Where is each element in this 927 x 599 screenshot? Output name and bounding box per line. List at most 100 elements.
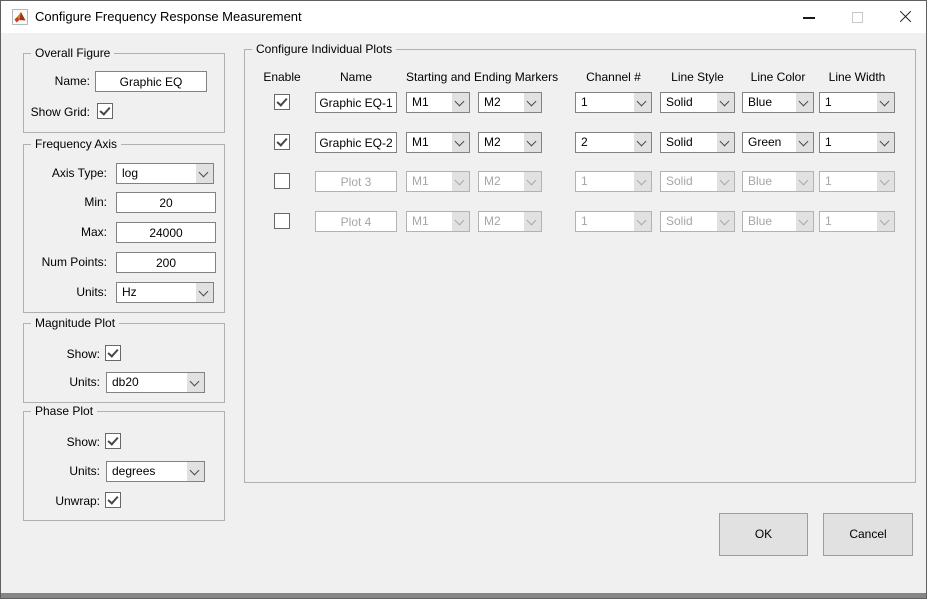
phase-plot-legend: Phase Plot bbox=[31, 404, 97, 418]
chevron-down-icon bbox=[452, 212, 469, 231]
end-marker-dropdown[interactable]: M2 bbox=[478, 92, 542, 113]
channel-dropdown[interactable]: 2 bbox=[575, 132, 652, 153]
chevron-down-icon bbox=[187, 462, 204, 481]
line-width-dropdown: 1 bbox=[819, 211, 895, 232]
individual-plots-group: Configure Individual Plots Enable Name S… bbox=[244, 49, 916, 483]
overall-figure-group: Overall Figure Name: Show Grid: bbox=[23, 53, 225, 133]
window-title: Configure Frequency Response Measurement bbox=[35, 1, 302, 33]
matlab-logo-icon bbox=[12, 9, 28, 25]
figure-name-input[interactable] bbox=[95, 71, 207, 92]
line-width-dropdown[interactable]: 1 bbox=[819, 92, 895, 113]
num-points-input[interactable] bbox=[116, 252, 216, 273]
header-name: Name bbox=[315, 70, 397, 84]
freq-units-dropdown[interactable]: Hz bbox=[116, 282, 214, 303]
end-marker-dropdown: M2 bbox=[478, 171, 542, 192]
plot-row-4: M1 M2 1 Solid Blue 1 bbox=[245, 211, 915, 232]
unwrap-label: Unwrap: bbox=[55, 491, 100, 512]
end-marker-dropdown[interactable]: M2 bbox=[478, 132, 542, 153]
show-grid-label: Show Grid: bbox=[31, 102, 90, 123]
header-markers: Starting and Ending Markers bbox=[406, 70, 542, 84]
chevron-down-icon bbox=[796, 133, 813, 152]
phase-units-dropdown[interactable]: degrees bbox=[106, 461, 205, 482]
unwrap-checkbox[interactable] bbox=[105, 492, 121, 508]
chevron-down-icon bbox=[877, 93, 894, 112]
figure-name-label: Name: bbox=[55, 71, 90, 92]
cancel-button[interactable]: Cancel bbox=[823, 513, 913, 556]
chevron-down-icon bbox=[877, 212, 894, 231]
line-color-dropdown: Blue bbox=[742, 211, 814, 232]
chevron-down-icon bbox=[196, 283, 213, 302]
plot-enable-checkbox[interactable] bbox=[274, 134, 290, 150]
show-grid-checkbox[interactable] bbox=[97, 103, 113, 119]
phase-show-checkbox[interactable] bbox=[105, 433, 121, 449]
line-style-dropdown[interactable]: Solid bbox=[660, 92, 735, 113]
magnitude-show-label: Show: bbox=[67, 344, 100, 365]
chevron-down-icon bbox=[877, 172, 894, 191]
phase-show-label: Show: bbox=[67, 432, 100, 453]
plot-enable-checkbox[interactable] bbox=[274, 173, 290, 189]
magnitude-units-dropdown[interactable]: db20 bbox=[106, 372, 205, 393]
chevron-down-icon bbox=[524, 93, 541, 112]
titlebar[interactable]: Configure Frequency Response Measurement bbox=[1, 1, 926, 33]
plot-enable-checkbox[interactable] bbox=[274, 213, 290, 229]
line-width-dropdown: 1 bbox=[819, 171, 895, 192]
plot-name-input bbox=[315, 171, 397, 192]
chevron-down-icon bbox=[634, 172, 651, 191]
chevron-down-icon bbox=[524, 133, 541, 152]
header-enable: Enable bbox=[254, 70, 310, 84]
axis-type-label: Axis Type: bbox=[52, 163, 107, 184]
chevron-down-icon bbox=[452, 93, 469, 112]
freq-min-input[interactable] bbox=[116, 192, 216, 213]
chevron-down-icon bbox=[796, 93, 813, 112]
freq-max-label: Max: bbox=[81, 222, 107, 243]
chevron-down-icon bbox=[796, 172, 813, 191]
start-marker-dropdown[interactable]: M1 bbox=[406, 92, 470, 113]
chevron-down-icon bbox=[452, 172, 469, 191]
end-marker-dropdown: M2 bbox=[478, 211, 542, 232]
axis-type-dropdown[interactable]: log bbox=[116, 163, 214, 184]
line-style-dropdown: Solid bbox=[660, 171, 735, 192]
line-color-dropdown: Blue bbox=[742, 171, 814, 192]
line-style-dropdown[interactable]: Solid bbox=[660, 132, 735, 153]
num-points-label: Num Points: bbox=[42, 252, 107, 273]
frequency-axis-group: Frequency Axis Axis Type: log Min: Max: … bbox=[23, 144, 225, 313]
start-marker-dropdown[interactable]: M1 bbox=[406, 132, 470, 153]
channel-dropdown: 1 bbox=[575, 171, 652, 192]
line-width-dropdown[interactable]: 1 bbox=[819, 132, 895, 153]
individual-plots-legend: Configure Individual Plots bbox=[252, 42, 396, 56]
header-line-color: Line Color bbox=[742, 70, 814, 84]
phase-units-label: Units: bbox=[69, 461, 100, 482]
maximize-icon bbox=[852, 12, 863, 23]
plot-name-input[interactable] bbox=[315, 132, 397, 153]
chevron-down-icon bbox=[796, 212, 813, 231]
freq-max-input[interactable] bbox=[116, 222, 216, 243]
chevron-down-icon bbox=[524, 212, 541, 231]
header-line-style: Line Style bbox=[660, 70, 735, 84]
plot-enable-checkbox[interactable] bbox=[274, 94, 290, 110]
minimize-button[interactable] bbox=[786, 1, 832, 33]
magnitude-plot-group: Magnitude Plot Show: Units: db20 bbox=[23, 323, 225, 403]
close-button[interactable] bbox=[882, 1, 927, 33]
chevron-down-icon bbox=[187, 373, 204, 392]
header-channel: Channel # bbox=[575, 70, 652, 84]
magnitude-plot-legend: Magnitude Plot bbox=[31, 316, 119, 330]
line-color-dropdown[interactable]: Green bbox=[742, 132, 814, 153]
plot-name-input bbox=[315, 211, 397, 232]
magnitude-show-checkbox[interactable] bbox=[105, 345, 121, 361]
freq-min-label: Min: bbox=[84, 192, 107, 213]
freq-units-label: Units: bbox=[76, 282, 107, 303]
chevron-down-icon bbox=[524, 172, 541, 191]
chevron-down-icon bbox=[717, 172, 734, 191]
chevron-down-icon bbox=[717, 133, 734, 152]
line-style-dropdown: Solid bbox=[660, 211, 735, 232]
channel-dropdown: 1 bbox=[575, 211, 652, 232]
minimize-icon bbox=[803, 17, 815, 19]
ok-button[interactable]: OK bbox=[719, 513, 808, 556]
chevron-down-icon bbox=[634, 93, 651, 112]
overall-figure-legend: Overall Figure bbox=[31, 46, 114, 60]
channel-dropdown[interactable]: 1 bbox=[575, 92, 652, 113]
start-marker-dropdown: M1 bbox=[406, 211, 470, 232]
plot-row-3: M1 M2 1 Solid Blue 1 bbox=[245, 171, 915, 192]
line-color-dropdown[interactable]: Blue bbox=[742, 92, 814, 113]
plot-name-input[interactable] bbox=[315, 92, 397, 113]
